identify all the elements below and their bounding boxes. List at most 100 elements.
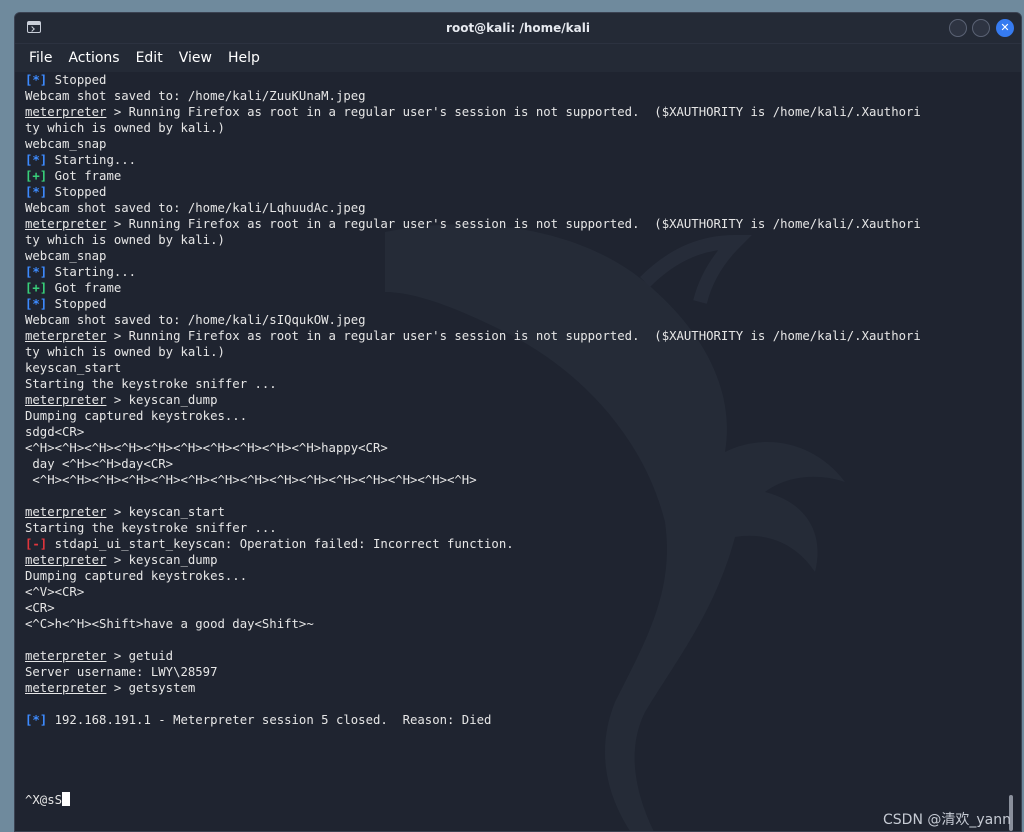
terminal-line: [+] Got frame <box>25 280 1007 296</box>
terminal-line: <^H><^H><^H><^H><^H><^H><^H><^H><^H><^H>… <box>25 472 1007 488</box>
terminal-line: [*] Stopped <box>25 184 1007 200</box>
terminal-line: ty which is owned by kali.) <box>25 344 1007 360</box>
line-text: webcam_snap <box>25 249 107 263</box>
line-text: ty which is owned by kali.) <box>25 233 225 247</box>
line-text: > getuid <box>106 649 174 663</box>
terminal-line: [-] stdapi_ui_start_keyscan: Operation f… <box>25 536 1007 552</box>
line-text: Got frame <box>47 169 122 183</box>
menu-view[interactable]: View <box>171 44 220 72</box>
menu-actions[interactable]: Actions <box>60 44 127 72</box>
menu-edit[interactable]: Edit <box>128 44 171 72</box>
line-text: <^H><^H><^H><^H><^H><^H><^H><^H><^H><^H>… <box>25 473 477 487</box>
line-text: Got frame <box>47 281 122 295</box>
meterpreter-prompt: meterpreter <box>25 649 107 663</box>
status-tag: [-] <box>25 537 48 551</box>
line-text: 192.168.191.1 - Meterpreter session 5 cl… <box>47 713 492 727</box>
line-text: > getsystem <box>106 681 196 695</box>
meterpreter-prompt: meterpreter <box>25 505 107 519</box>
line-text: Stopped <box>47 73 107 87</box>
line-text: > Running Firefox as root in a regular u… <box>106 329 921 343</box>
menu-file[interactable]: File <box>21 44 60 72</box>
line-text: <^V><CR> <box>25 585 85 599</box>
meterpreter-prompt: meterpreter <box>25 393 107 407</box>
terminal-line: Dumping captured keystrokes... <box>25 568 1007 584</box>
terminal-line: ty which is owned by kali.) <box>25 120 1007 136</box>
line-text: Starting... <box>47 265 137 279</box>
line-text: day <^H><^H>day<CR> <box>25 457 174 471</box>
menu-bar: File Actions Edit View Help <box>15 44 1021 72</box>
line-text: <^H><^H><^H><^H><^H><^H><^H><^H><^H><^H>… <box>25 441 388 455</box>
terminal-line: <^C>h<^H><Shift>have a good day<Shift>~ <box>25 616 1007 632</box>
status-tag: [*] <box>25 153 48 167</box>
line-text: ty which is owned by kali.) <box>25 121 225 135</box>
line-text: ty which is owned by kali.) <box>25 345 225 359</box>
terminal-line: meterpreter > Running Firefox as root in… <box>25 328 1007 344</box>
line-text: > keyscan_dump <box>106 553 218 567</box>
terminal-line: meterpreter > Running Firefox as root in… <box>25 104 1007 120</box>
line-text: Starting the keystroke sniffer ... <box>25 521 277 535</box>
meterpreter-prompt: meterpreter <box>25 329 107 343</box>
terminal-line: Starting the keystroke sniffer ... <box>25 376 1007 392</box>
terminal-line: webcam_snap <box>25 248 1007 264</box>
line-text: Starting... <box>47 153 137 167</box>
terminal-line: meterpreter > keyscan_dump <box>25 552 1007 568</box>
terminal-line: meterpreter > Running Firefox as root in… <box>25 216 1007 232</box>
line-text: Webcam shot saved to: /home/kali/sIQqukO… <box>25 313 366 327</box>
minimize-button[interactable] <box>949 19 967 37</box>
terminal-output: [*] Stopped Webcam shot saved to: /home/k… <box>25 72 1007 808</box>
close-button[interactable]: ✕ <box>996 19 1014 37</box>
line-text: keyscan_start <box>25 361 122 375</box>
terminal-line: Dumping captured keystrokes... <box>25 408 1007 424</box>
line-text: Dumping captured keystrokes... <box>25 409 248 423</box>
line-text: Webcam shot saved to: /home/kali/LqhuudA… <box>25 201 366 215</box>
line-text: sdgd<CR> <box>25 425 85 439</box>
text-cursor <box>62 792 71 806</box>
terminal-line: [*] Stopped <box>25 72 1007 88</box>
status-tag: [+] <box>25 169 48 183</box>
status-tag: [*] <box>25 265 48 279</box>
line-text: ^X@sS <box>25 793 63 807</box>
terminal-line: keyscan_start <box>25 360 1007 376</box>
terminal-line: sdgd<CR> <box>25 424 1007 440</box>
terminal-area[interactable]: [*] Stopped Webcam shot saved to: /home/k… <box>15 72 1021 831</box>
terminal-line: Webcam shot saved to: /home/kali/ZuuKUna… <box>25 88 1007 104</box>
line-text: > Running Firefox as root in a regular u… <box>106 217 921 231</box>
terminal-line: [+] Got frame <box>25 168 1007 184</box>
line-text: Stopped <box>47 297 107 311</box>
status-tag: [+] <box>25 281 48 295</box>
terminal-line: Webcam shot saved to: /home/kali/sIQqukO… <box>25 312 1007 328</box>
terminal-line: [*] 192.168.191.1 - Meterpreter session … <box>25 712 1007 728</box>
terminal-line: meterpreter > keyscan_dump <box>25 392 1007 408</box>
status-tag: [*] <box>25 185 48 199</box>
meterpreter-prompt: meterpreter <box>25 217 107 231</box>
window-title: root@kali: /home/kali <box>446 21 590 35</box>
terminal-line: meterpreter > getuid <box>25 648 1007 664</box>
status-tag: [*] <box>25 73 48 87</box>
terminal-line: Webcam shot saved to: /home/kali/LqhuudA… <box>25 200 1007 216</box>
status-tag: [*] <box>25 713 48 727</box>
terminal-line: Starting the keystroke sniffer ... <box>25 520 1007 536</box>
line-text: > keyscan_dump <box>106 393 218 407</box>
csdn-watermark: CSDN @清欢_yann <box>883 812 1011 828</box>
terminal-line: <CR> <box>25 600 1007 616</box>
terminal-line: ty which is owned by kali.) <box>25 232 1007 248</box>
title-bar[interactable]: root@kali: /home/kali ✕ <box>15 13 1021 44</box>
meterpreter-prompt: meterpreter <box>25 105 107 119</box>
line-text: Stopped <box>47 185 107 199</box>
line-text: Starting the keystroke sniffer ... <box>25 377 277 391</box>
line-text: Webcam shot saved to: /home/kali/ZuuKUna… <box>25 89 366 103</box>
line-text: stdapi_ui_start_keyscan: Operation faile… <box>47 537 514 551</box>
menu-help[interactable]: Help <box>220 44 268 72</box>
line-text: Dumping captured keystrokes... <box>25 569 248 583</box>
maximize-button[interactable] <box>972 19 990 37</box>
terminal-line: webcam_snap <box>25 136 1007 152</box>
terminal-line: ^X@sS <box>25 792 1007 808</box>
terminal-line: [*] Starting... <box>25 152 1007 168</box>
